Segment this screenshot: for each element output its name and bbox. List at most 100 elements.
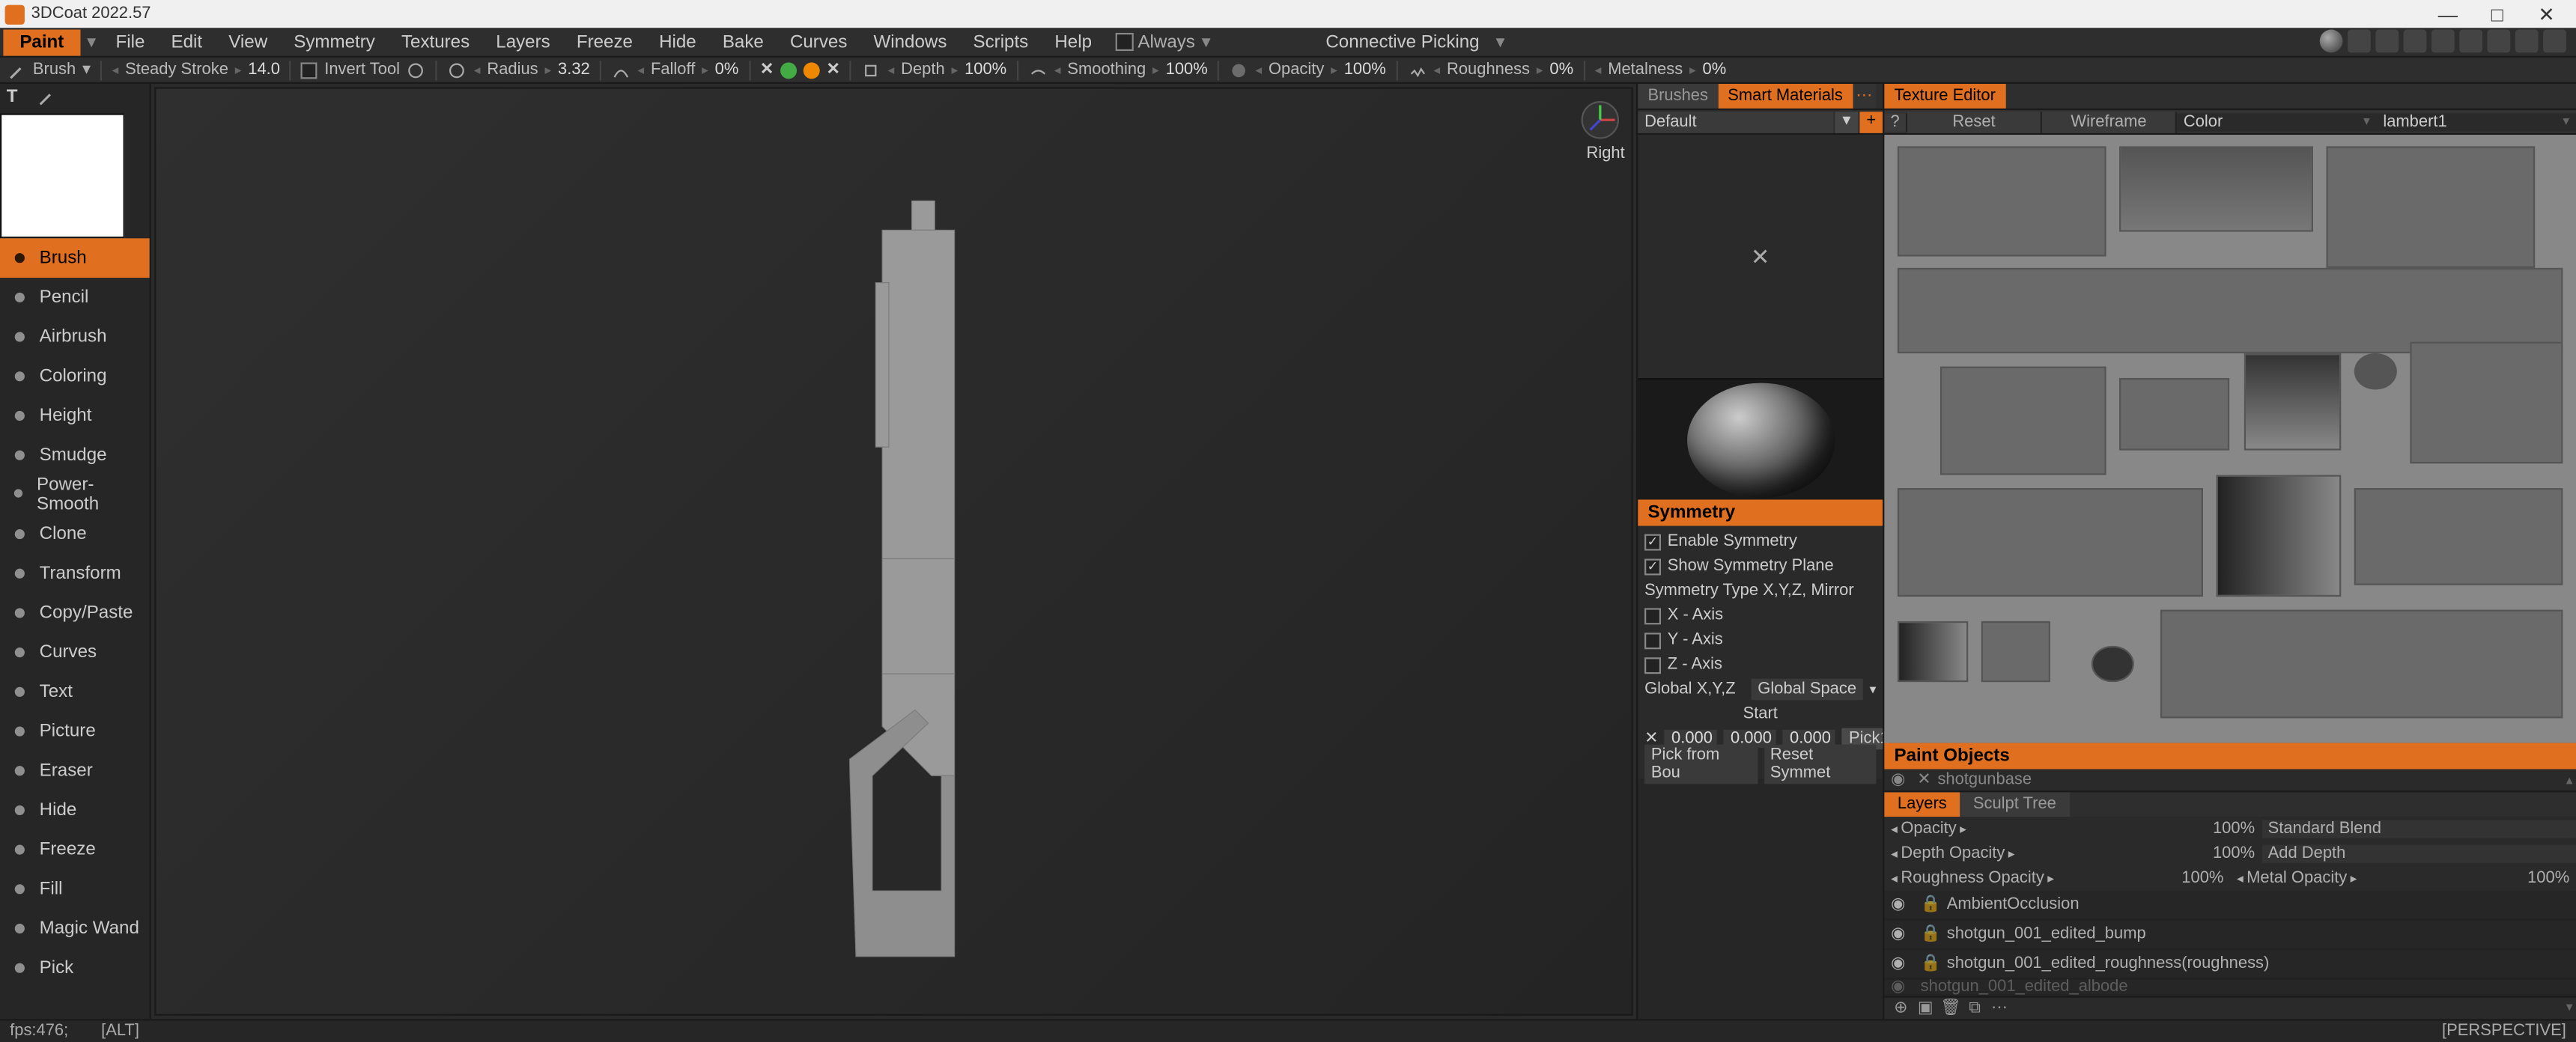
axis-gizmo[interactable] <box>1579 99 1621 141</box>
always-checkbox[interactable]: Always <box>1115 32 1195 52</box>
space-selector[interactable]: Global Space <box>1752 679 1863 701</box>
depth-opacity-value[interactable]: 100% <box>2199 845 2261 863</box>
rough-next-icon[interactable]: ▸ <box>1537 62 1543 77</box>
rough-opacity-label[interactable]: Roughness Opacity <box>1901 869 2044 887</box>
menu-bake[interactable]: Bake <box>709 28 777 55</box>
close-icon[interactable]: ✕ <box>1751 243 1770 270</box>
menu-windows[interactable]: Windows <box>860 28 960 55</box>
lock-icon[interactable]: 🔒 <box>1921 955 1940 973</box>
picking-mode[interactable]: Connective Picking <box>1316 28 1489 55</box>
smoothing-label[interactable]: Smoothing <box>1067 61 1146 79</box>
room-selector[interactable]: Paint <box>3 28 80 55</box>
symmetry-type-label[interactable]: Symmetry Type X,Y,Z, Mirror <box>1644 582 1854 600</box>
tool-copy-paste[interactable]: Copy/Paste <box>0 594 150 633</box>
material-preview[interactable] <box>1638 378 1883 499</box>
layer-opacity-label[interactable]: Opacity <box>1901 820 1956 838</box>
window-minimize[interactable]: — <box>2423 2 2473 25</box>
show-plane-checkbox[interactable] <box>1644 558 1661 574</box>
smooth-prev-icon[interactable]: ◂ <box>1054 62 1061 77</box>
menu-file[interactable]: File <box>103 28 158 55</box>
invert-label[interactable]: Invert Tool <box>324 61 400 79</box>
depth-value[interactable]: 100% <box>965 61 1006 79</box>
tool-fill[interactable]: Fill <box>0 869 150 909</box>
metal-opacity-label[interactable]: Metal Opacity <box>2247 869 2347 887</box>
tex-reset-button[interactable]: Reset <box>1907 111 2042 132</box>
eye-icon[interactable]: ◉ <box>1891 955 1914 973</box>
ortho-icon[interactable] <box>2431 30 2455 53</box>
menu-symmetry[interactable]: Symmetry <box>281 28 389 55</box>
opacity-next-icon[interactable]: ▸ <box>1331 62 1337 77</box>
reset-symmetry-button[interactable]: Reset Symmet <box>1764 744 1876 784</box>
tool-magic-wand[interactable]: Magic Wand <box>0 909 150 948</box>
falloff-value[interactable]: 0% <box>715 61 739 79</box>
tool-hide[interactable]: Hide <box>0 790 150 830</box>
depth-mode-select[interactable]: Add Depth <box>2261 845 2576 863</box>
falloff-label[interactable]: Falloff <box>651 61 695 79</box>
always-dropdown-icon[interactable]: ▾ <box>1195 31 1218 53</box>
tool-curves[interactable]: Curves <box>0 633 150 672</box>
tool-brush[interactable]: Brush <box>0 238 150 278</box>
eye-icon[interactable]: ◉ <box>1891 771 1910 789</box>
brush-label[interactable]: Brush <box>33 61 76 79</box>
shader-preview-icon[interactable] <box>2320 30 2343 53</box>
eye-icon[interactable]: ◉ <box>1891 925 1914 943</box>
smooth-next-icon[interactable]: ▸ <box>1152 62 1159 77</box>
picking-dropdown-icon[interactable]: ▾ <box>1489 31 1512 53</box>
metalness-value[interactable]: 0% <box>1703 61 1727 79</box>
tab-brushes[interactable]: Brushes <box>1638 84 1718 109</box>
pick-from-bound-button[interactable]: Pick from Bou <box>1644 744 1757 784</box>
scroll-down-icon[interactable]: ▾ <box>2566 999 2573 1014</box>
tab-texture-editor[interactable]: Texture Editor <box>1884 84 2005 109</box>
menu-view[interactable]: View <box>216 28 281 55</box>
render-icon[interactable] <box>2515 30 2539 53</box>
menu-freeze[interactable]: Freeze <box>563 28 645 55</box>
tool-freeze[interactable]: Freeze <box>0 830 150 870</box>
metal-next-icon[interactable]: ▸ <box>1689 62 1696 77</box>
tool-smudge[interactable]: Smudge <box>0 436 150 475</box>
opacity-label[interactable]: Opacity <box>1269 61 1324 79</box>
tab-smart-materials[interactable]: Smart Materials <box>1718 84 1853 109</box>
tool-eraser[interactable]: Eraser <box>0 751 150 790</box>
scroll-up-icon[interactable]: ▴ <box>2566 773 2573 787</box>
roughness-value[interactable]: 0% <box>1549 61 1573 79</box>
next-icon[interactable]: ▸ <box>235 62 242 77</box>
symmetry-header[interactable]: Symmetry <box>1638 499 1883 525</box>
falloff-next-icon[interactable]: ▸ <box>702 62 708 77</box>
window-maximize[interactable]: □ <box>2473 2 2522 25</box>
tool-airbrush[interactable]: Airbrush <box>0 317 150 357</box>
x-axis-checkbox[interactable] <box>1644 607 1661 624</box>
window-close[interactable]: ✕ <box>2522 2 2572 25</box>
layer-row[interactable]: ◉🔒shotgun_001_edited_roughness(roughness… <box>1884 950 2576 980</box>
add-folder-icon[interactable]: ▣ <box>1916 999 1935 1018</box>
roughness-label[interactable]: Roughness <box>1447 61 1530 79</box>
tool-icon[interactable] <box>407 60 426 79</box>
room-dropdown-icon[interactable]: ▾ <box>80 31 103 53</box>
radius-prev-icon[interactable]: ◂ <box>474 62 481 77</box>
x-icon-2[interactable]: ✕ <box>827 61 840 79</box>
duplicate-layer-icon[interactable]: ⧉ <box>1965 999 1984 1018</box>
menu-scripts[interactable]: Scripts <box>960 28 1042 55</box>
blend-mode-select[interactable]: Standard Blend <box>2261 820 2576 838</box>
menu-textures[interactable]: Textures <box>388 28 482 55</box>
tab-sculpt-tree[interactable]: Sculpt Tree <box>1960 792 2069 817</box>
delete-layer-icon[interactable]: 🗑 <box>1940 999 1960 1018</box>
light-icon[interactable] <box>2375 30 2399 53</box>
space-dropdown-icon[interactable]: ▾ <box>1870 682 1877 697</box>
lock-icon[interactable]: 🔒 <box>1921 896 1940 914</box>
tex-material-select[interactable]: lambert1 ▾ <box>2377 112 2576 130</box>
menu-edit[interactable]: Edit <box>158 28 216 55</box>
menu-curves[interactable]: Curves <box>777 28 860 55</box>
depth-label[interactable]: Depth <box>901 61 945 79</box>
tool-height[interactable]: Height <box>0 396 150 436</box>
opacity-prev-icon[interactable]: ◂ <box>1255 62 1262 77</box>
prev-icon[interactable]: ◂ <box>112 62 119 77</box>
material-add-button[interactable]: + <box>1859 111 1883 132</box>
tool-picture[interactable]: Picture <box>0 712 150 752</box>
layer-opacity-value[interactable]: 100% <box>2199 820 2261 838</box>
x-icon[interactable]: ✕ <box>760 61 774 79</box>
steady-value[interactable]: 14.0 <box>248 61 280 79</box>
tab-menu-icon[interactable]: ⋯ <box>1853 84 1876 109</box>
orange-dot-icon[interactable] <box>804 61 820 78</box>
menu-help[interactable]: Help <box>1042 28 1105 55</box>
grid-icon[interactable] <box>2404 30 2427 53</box>
